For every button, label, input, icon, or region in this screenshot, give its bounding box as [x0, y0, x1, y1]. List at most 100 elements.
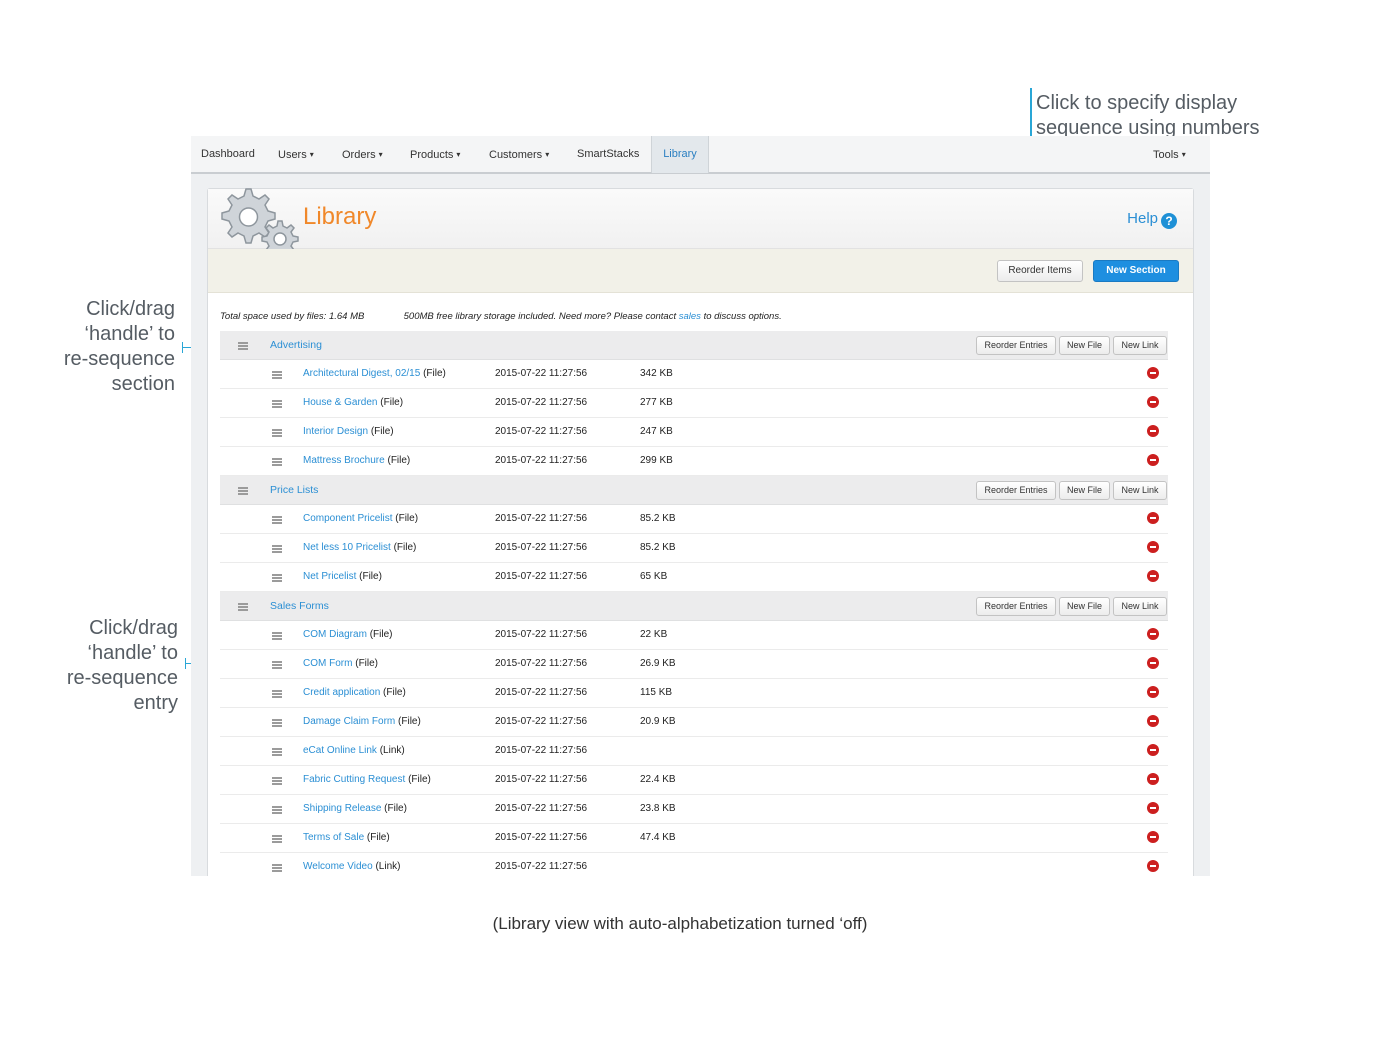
- drag-handle-icon[interactable]: [272, 661, 282, 669]
- entry-link[interactable]: Mattress Brochure: [303, 455, 385, 466]
- drag-handle-icon[interactable]: [272, 835, 282, 843]
- nav-library[interactable]: Library: [651, 136, 709, 173]
- section-name-link[interactable]: Advertising: [270, 339, 322, 351]
- section-name-link[interactable]: Sales Forms: [270, 600, 329, 612]
- new-link-button[interactable]: New Link: [1113, 481, 1167, 500]
- nav-customers[interactable]: Customers ▾: [489, 136, 549, 173]
- nav-label: Orders: [342, 149, 376, 161]
- reorder-entries-button[interactable]: Reorder Entries: [976, 336, 1056, 355]
- delete-circle-icon[interactable]: [1147, 715, 1159, 727]
- entry-type: (File): [366, 832, 390, 843]
- new-file-button[interactable]: New File: [1059, 481, 1110, 500]
- nav-products[interactable]: Products ▾: [410, 136, 460, 173]
- new-section-button[interactable]: New Section: [1093, 260, 1179, 282]
- entry-date: 2015-07-22 11:27:56: [495, 368, 588, 379]
- help-link[interactable]: Help?: [1127, 210, 1177, 229]
- entry-link[interactable]: Net Pricelist: [303, 571, 356, 582]
- drag-handle-icon[interactable]: [272, 748, 282, 756]
- drag-handle-icon[interactable]: [272, 400, 282, 408]
- nav-tools[interactable]: Tools ▾: [1153, 136, 1186, 173]
- drag-handle-icon[interactable]: [238, 342, 248, 350]
- page-title: Library: [303, 203, 377, 230]
- delete-circle-icon[interactable]: [1147, 454, 1159, 466]
- new-link-button[interactable]: New Link: [1113, 336, 1167, 355]
- section-name-link[interactable]: Price Lists: [270, 484, 318, 496]
- nav-orders[interactable]: Orders ▾: [342, 136, 383, 173]
- drag-handle-icon[interactable]: [272, 429, 282, 437]
- drag-handle-icon[interactable]: [238, 487, 248, 495]
- delete-circle-icon[interactable]: [1147, 802, 1159, 814]
- drag-handle-icon[interactable]: [272, 632, 282, 640]
- entry-date: 2015-07-22 11:27:56: [495, 861, 588, 872]
- entry-link[interactable]: Shipping Release: [303, 803, 381, 814]
- sales-link[interactable]: sales: [679, 311, 701, 322]
- section-row: Advertising Reorder Entries New File New Li…: [220, 331, 1168, 360]
- delete-circle-icon[interactable]: [1147, 628, 1159, 640]
- entry-link[interactable]: COM Diagram: [303, 629, 367, 640]
- delete-circle-icon[interactable]: [1147, 367, 1159, 379]
- drag-handle-icon[interactable]: [272, 690, 282, 698]
- drag-handle-icon[interactable]: [272, 806, 282, 814]
- entry-size: 22 KB: [640, 629, 668, 640]
- drag-handle-icon[interactable]: [272, 545, 282, 553]
- entry-type: (File): [423, 368, 446, 379]
- nav-label: Library: [663, 148, 697, 160]
- reorder-entries-button[interactable]: Reorder Entries: [976, 481, 1056, 500]
- nav-smartstacks[interactable]: SmartStacks: [577, 136, 639, 173]
- entry-date: 2015-07-22 11:27:56: [495, 716, 588, 727]
- delete-circle-icon[interactable]: [1147, 686, 1159, 698]
- entry-date: 2015-07-22 11:27:56: [495, 803, 588, 814]
- reorder-entries-button[interactable]: Reorder Entries: [976, 597, 1056, 616]
- entry-name: Net Pricelist (File): [303, 571, 382, 582]
- drag-handle-icon[interactable]: [272, 574, 282, 582]
- action-bar: Reorder Items New Section: [208, 249, 1193, 293]
- drag-handle-icon[interactable]: [272, 864, 282, 872]
- entry-date: 2015-07-22 11:27:56: [495, 455, 588, 466]
- entry-link[interactable]: Architectural Digest, 02/15: [303, 368, 420, 379]
- delete-circle-icon[interactable]: [1147, 541, 1159, 553]
- entry-link[interactable]: Net less 10 Pricelist: [303, 542, 391, 553]
- new-link-button[interactable]: New Link: [1113, 597, 1167, 616]
- entry-link[interactable]: Damage Claim Form: [303, 716, 395, 727]
- list-item: eCat Online Link (Link) 2015-07-22 11:27:…: [220, 737, 1168, 766]
- entry-type: (File): [408, 774, 431, 785]
- entry-name: Fabric Cutting Request (File): [303, 774, 431, 785]
- entry-link[interactable]: Interior Design: [303, 426, 368, 437]
- entry-link[interactable]: House & Garden: [303, 397, 378, 408]
- nav-dashboard[interactable]: Dashboard: [201, 136, 255, 173]
- drag-handle-icon[interactable]: [272, 777, 282, 785]
- entry-link[interactable]: Credit application: [303, 687, 380, 698]
- entry-name: Mattress Brochure (File): [303, 455, 410, 466]
- entry-link[interactable]: Fabric Cutting Request: [303, 774, 405, 785]
- new-file-button[interactable]: New File: [1059, 336, 1110, 355]
- list-item: Welcome Video (Link) 2015-07-22 11:27:56: [220, 853, 1168, 876]
- delete-circle-icon[interactable]: [1147, 570, 1159, 582]
- delete-circle-icon[interactable]: [1147, 860, 1159, 872]
- list-item: Interior Design (File) 2015-07-22 11:27:5…: [220, 418, 1168, 447]
- delete-circle-icon[interactable]: [1147, 396, 1159, 408]
- gears-icon: [216, 181, 300, 258]
- new-file-button[interactable]: New File: [1059, 597, 1110, 616]
- delete-circle-icon[interactable]: [1147, 831, 1159, 843]
- drag-handle-icon[interactable]: [272, 516, 282, 524]
- delete-circle-icon[interactable]: [1147, 512, 1159, 524]
- delete-circle-icon[interactable]: [1147, 657, 1159, 669]
- entry-name: Welcome Video (Link): [303, 861, 400, 872]
- entry-link[interactable]: Component Pricelist: [303, 513, 392, 524]
- entry-link[interactable]: Terms of Sale: [303, 832, 364, 843]
- list-item: COM Form (File) 2015-07-22 11:27:56 26.9 K…: [220, 650, 1168, 679]
- drag-handle-icon[interactable]: [272, 719, 282, 727]
- drag-handle-icon[interactable]: [272, 458, 282, 466]
- delete-circle-icon[interactable]: [1147, 773, 1159, 785]
- entry-name: eCat Online Link (Link): [303, 745, 405, 756]
- drag-handle-icon[interactable]: [272, 371, 282, 379]
- entry-link[interactable]: eCat Online Link: [303, 745, 377, 756]
- reorder-items-button[interactable]: Reorder Items: [997, 260, 1083, 282]
- entry-date: 2015-07-22 11:27:56: [495, 745, 588, 756]
- drag-handle-icon[interactable]: [238, 603, 248, 611]
- entry-link[interactable]: Welcome Video: [303, 861, 373, 872]
- delete-circle-icon[interactable]: [1147, 425, 1159, 437]
- nav-users[interactable]: Users ▾: [278, 136, 314, 173]
- entry-link[interactable]: COM Form: [303, 658, 352, 669]
- delete-circle-icon[interactable]: [1147, 744, 1159, 756]
